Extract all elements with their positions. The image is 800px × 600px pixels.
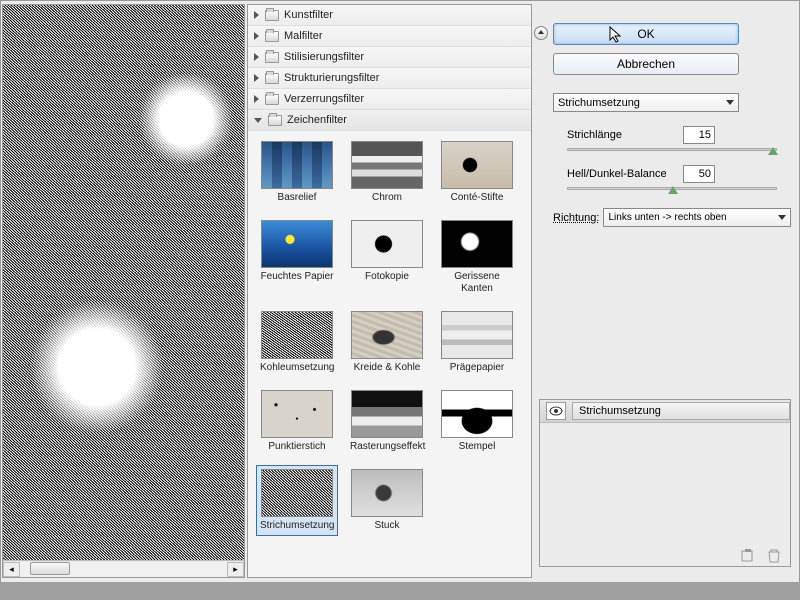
filter-stuck[interactable]: Stuck xyxy=(346,465,428,536)
filter-kreide-kohle[interactable]: Kreide & Kohle xyxy=(346,307,428,378)
group-malfilter[interactable]: Malfilter xyxy=(248,26,531,47)
filter-stempel[interactable]: Stempel xyxy=(436,386,518,457)
richtung-dropdown[interactable]: Links unten -> rechts oben xyxy=(603,208,791,227)
effect-layer-name: Strichumsetzung xyxy=(579,405,661,417)
filter-praegepapier[interactable]: Prägepapier xyxy=(436,307,518,378)
cancel-button-label: Abbrechen xyxy=(617,57,675,71)
filter-strichumsetzung[interactable]: Strichumsetzung xyxy=(256,465,338,536)
preview-pane[interactable]: ◂ ▸ xyxy=(2,4,245,578)
filter-fotokopie[interactable]: Fotokopie xyxy=(346,216,428,299)
richtung-label: Richtung: xyxy=(553,212,599,224)
delete-effect-layer-icon[interactable] xyxy=(766,549,782,563)
collapse-filter-list-button[interactable] xyxy=(534,26,548,40)
folder-icon xyxy=(268,115,282,126)
ok-button-label: OK xyxy=(637,27,654,41)
folder-icon xyxy=(265,31,279,42)
filter-select-dropdown[interactable]: Strichumsetzung xyxy=(553,93,739,112)
effect-layer-row[interactable]: Strichumsetzung xyxy=(540,400,790,423)
filter-rasterungseffekt[interactable]: Rasterungseffekt xyxy=(346,386,428,457)
helldunkel-label: Hell/Dunkel-Balance xyxy=(553,168,683,180)
filter-select-value: Strichumsetzung xyxy=(558,97,640,109)
filter-chrom[interactable]: Chrom xyxy=(346,137,428,208)
ok-button[interactable]: OK xyxy=(553,23,739,45)
filter-basrelief[interactable]: Basrelief xyxy=(256,137,338,208)
group-verzerrungsfilter[interactable]: Verzerrungsfilter xyxy=(248,89,531,110)
new-effect-layer-icon[interactable] xyxy=(740,549,756,563)
parameters-pane: OK Abbrechen Strichumsetzung Strichlänge… xyxy=(553,23,791,227)
preview-h-scrollbar[interactable]: ◂ ▸ xyxy=(3,560,244,577)
filter-gallery-dialog: ◂ ▸ Kunstfilter Malfilter Stilisierungsf… xyxy=(0,0,800,600)
group-zeichenfilter[interactable]: Zeichenfilter xyxy=(248,110,531,131)
folder-icon xyxy=(265,10,279,21)
zeichenfilter-thumbnails: Basrelief Chrom Conté-Stifte Feuchtes Pa… xyxy=(248,131,531,550)
filter-list-pane: Kunstfilter Malfilter Stilisierungsfilte… xyxy=(247,4,532,578)
visibility-toggle[interactable] xyxy=(546,402,566,420)
cursor-icon xyxy=(609,26,623,44)
scroll-thumb[interactable] xyxy=(30,562,70,575)
scroll-right-arrow[interactable]: ▸ xyxy=(227,562,244,577)
strichlaenge-input[interactable] xyxy=(683,126,715,144)
filter-kohleumsetzung[interactable]: Kohleumsetzung xyxy=(256,307,338,378)
chevron-down-icon xyxy=(726,100,734,105)
strichlaenge-slider[interactable] xyxy=(567,148,777,151)
filter-gerissene-kanten[interactable]: Gerissene Kanten xyxy=(436,216,518,299)
filter-conte-stifte[interactable]: Conté-Stifte xyxy=(436,137,518,208)
group-strukturierungsfilter[interactable]: Strukturierungsfilter xyxy=(248,68,531,89)
status-bar xyxy=(0,582,800,600)
cancel-button[interactable]: Abbrechen xyxy=(553,53,739,75)
group-stilisierungsfilter[interactable]: Stilisierungsfilter xyxy=(248,47,531,68)
filter-feuchtes-papier[interactable]: Feuchtes Papier xyxy=(256,216,338,299)
richtung-value: Links unten -> rechts oben xyxy=(608,212,726,223)
strichlaenge-label: Strichlänge xyxy=(553,129,683,141)
group-kunstfilter[interactable]: Kunstfilter xyxy=(248,5,531,26)
chevron-down-icon xyxy=(778,215,786,220)
folder-icon xyxy=(265,94,279,105)
filter-punktierstich[interactable]: Punktierstich xyxy=(256,386,338,457)
helldunkel-input[interactable] xyxy=(683,165,715,183)
folder-icon xyxy=(265,73,279,84)
effect-layer-panel: Strichumsetzung xyxy=(539,399,791,567)
helldunkel-slider[interactable] xyxy=(567,187,777,190)
scroll-left-arrow[interactable]: ◂ xyxy=(3,562,20,577)
folder-icon xyxy=(265,52,279,63)
